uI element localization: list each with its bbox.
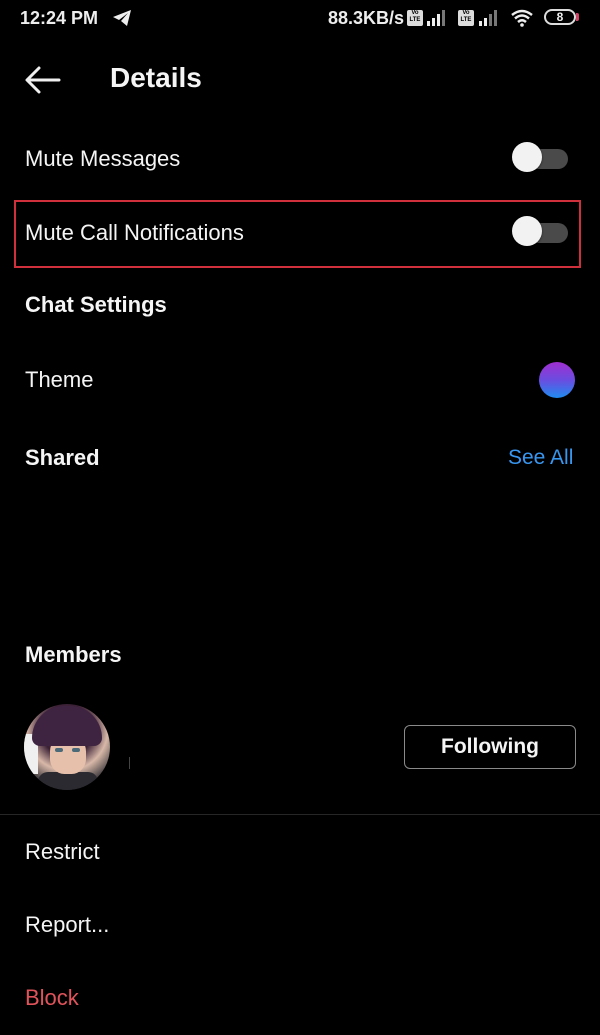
members-title: Members [25, 642, 122, 667]
restrict-button[interactable]: Restrict [25, 839, 100, 865]
shared-title: Shared [25, 445, 100, 470]
battery-icon: 8 [544, 9, 576, 25]
divider [0, 814, 600, 815]
wifi-icon [511, 9, 533, 27]
arrow-left-icon[interactable] [22, 60, 62, 100]
volte-icon: Vo LTE [458, 10, 474, 26]
member-name [129, 757, 130, 769]
mute-call-notifications-label: Mute Call Notifications [25, 220, 244, 245]
report-button[interactable]: Report... [25, 912, 109, 938]
page-title: Details [110, 62, 202, 93]
mute-messages-toggle[interactable] [510, 141, 570, 175]
telegram-icon [113, 10, 131, 26]
avatar-detail [72, 748, 80, 752]
avatar-detail [38, 772, 98, 790]
see-all-link[interactable]: See All [508, 446, 573, 470]
theme-row[interactable]: Theme [25, 367, 93, 393]
status-time: 12:24 PM [20, 8, 99, 28]
battery-tip [576, 13, 579, 21]
theme-color-swatch[interactable] [539, 362, 575, 398]
network-speed: 88.3KB/s [328, 8, 405, 28]
mute-call-notifications-toggle[interactable] [510, 215, 570, 249]
mute-messages-label: Mute Messages [25, 146, 181, 171]
signal-icon [427, 10, 445, 26]
block-button[interactable]: Block [25, 985, 79, 1011]
signal-icon [479, 10, 497, 26]
avatar-detail [32, 706, 102, 746]
toggle-thumb [512, 142, 542, 172]
header: Details [0, 50, 600, 110]
avatar-detail [55, 748, 63, 752]
volte-icon: Vo LTE [407, 10, 423, 26]
chat-settings-title: Chat Settings [25, 292, 167, 317]
toggle-thumb [512, 216, 542, 246]
following-button[interactable]: Following [404, 725, 576, 769]
member-avatar[interactable] [24, 704, 110, 790]
status-bar: 12:24 PM 88.3KB/s Vo LTE Vo LTE 8 [0, 0, 600, 38]
details-screen: 12:24 PM 88.3KB/s Vo LTE Vo LTE 8 Detail… [0, 0, 600, 1035]
